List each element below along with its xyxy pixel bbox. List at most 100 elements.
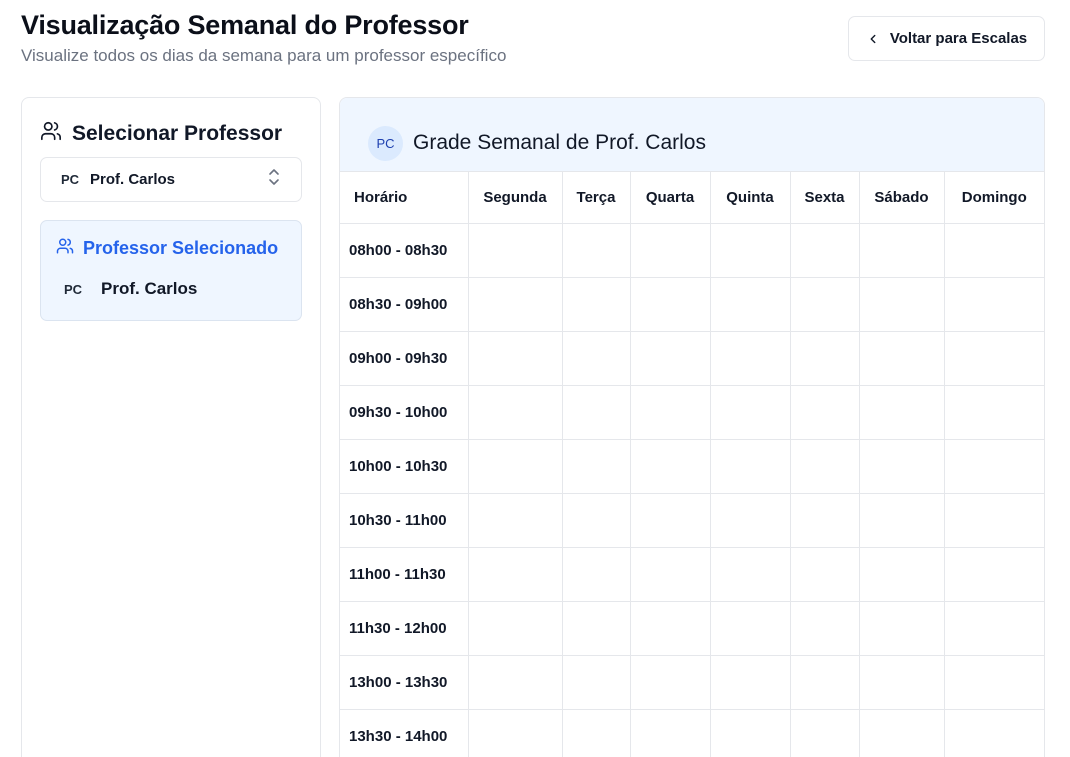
schedule-cell[interactable] [789,438,860,494]
schedule-cell[interactable] [561,438,631,494]
page: Visualização Semanal do Professor Visual… [0,0,1070,757]
schedule-cell[interactable] [467,708,563,757]
schedule-cell[interactable] [943,708,1044,757]
select-professor-title: Selecionar Professor [72,122,283,145]
schedule-cell[interactable] [629,330,711,386]
schedule-cell[interactable] [629,546,711,602]
schedule-cell[interactable] [709,276,791,332]
schedule-cell[interactable] [789,330,860,386]
schedule-cell[interactable] [561,384,631,440]
schedule-cell[interactable] [709,438,791,494]
schedule-cell[interactable] [629,654,711,710]
selected-professor-heading: Professor Selecionado [56,237,278,260]
schedule-cell[interactable] [943,546,1044,602]
schedule-cell[interactable] [561,276,631,332]
schedule-cell[interactable] [629,492,711,548]
schedule-cell[interactable] [561,492,631,548]
schedule-cell[interactable] [789,654,860,710]
schedule-cell[interactable] [858,438,945,494]
schedule-cell[interactable] [709,223,791,278]
schedule-cell[interactable] [629,438,711,494]
users-icon [56,237,74,260]
schedule-cell[interactable] [629,384,711,440]
schedule-cell[interactable] [709,600,791,656]
schedule-cell[interactable] [467,223,563,278]
users-icon [40,120,62,148]
select-professor-card: Selecionar Professor PC Prof. Carlos Pro… [21,97,321,757]
schedule-cell[interactable] [629,600,711,656]
schedule-cell[interactable] [561,600,631,656]
schedule-cell[interactable] [561,708,631,757]
schedule-cell[interactable] [943,438,1044,494]
table-row: 08h00 - 08h30 [340,223,1044,278]
page-subtitle: Visualize todos os dias da semana para u… [21,46,507,65]
schedule-cell[interactable] [467,384,563,440]
schedule-cell[interactable] [467,330,563,386]
time-slot-cell: 13h00 - 13h30 [340,654,469,710]
schedule-cell[interactable] [629,708,711,757]
schedule-cell[interactable] [709,546,791,602]
schedule-cell[interactable] [858,546,945,602]
schedule-cell[interactable] [561,654,631,710]
schedule-cell[interactable] [789,384,860,440]
table-row: 11h00 - 11h30 [340,546,1044,602]
schedule-cell[interactable] [943,600,1044,656]
schedule-cell[interactable] [709,330,791,386]
schedule-cell[interactable] [789,223,860,278]
column-header: Quinta [709,172,791,224]
back-to-schedules-button[interactable]: Voltar para Escalas [848,16,1045,61]
schedule-cell[interactable] [561,223,631,278]
chevrons-up-down-icon [267,168,281,191]
schedule-cell[interactable] [858,654,945,710]
table-row: 08h30 - 09h00 [340,276,1044,332]
time-slot-cell: 11h00 - 11h30 [340,546,469,602]
schedule-cell[interactable] [789,600,860,656]
schedule-cell[interactable] [709,492,791,548]
schedule-cell[interactable] [709,384,791,440]
schedule-header-row: Horário Segunda Terça Quarta Quinta Sext… [340,172,1044,224]
schedule-cell[interactable] [467,492,563,548]
selected-professor-name: Prof. Carlos [101,279,198,298]
time-slot-cell: 09h30 - 10h00 [340,384,469,440]
time-slot-cell: 11h30 - 12h00 [340,600,469,656]
select-professor-heading: Selecionar Professor [40,120,282,148]
schedule-cell[interactable] [858,276,945,332]
schedule-cell[interactable] [629,276,711,332]
schedule-cell[interactable] [858,330,945,386]
schedule-cell[interactable] [467,438,563,494]
table-row: 13h30 - 14h00 [340,708,1044,757]
schedule-cell[interactable] [789,492,860,548]
column-header: Quarta [629,172,711,224]
time-slot-cell: 09h00 - 09h30 [340,330,469,386]
chevron-left-icon [866,32,880,46]
schedule-cell[interactable] [789,546,860,602]
schedule-cell[interactable] [467,276,563,332]
schedule-cell[interactable] [561,546,631,602]
schedule-cell[interactable] [709,654,791,710]
schedule-cell[interactable] [858,600,945,656]
schedule-cell[interactable] [943,330,1044,386]
schedule-cell[interactable] [789,276,860,332]
schedule-cell[interactable] [943,384,1044,440]
schedule-cell[interactable] [943,223,1044,278]
table-row: 10h30 - 11h00 [340,492,1044,548]
schedule-cell[interactable] [789,708,860,757]
schedule-cell[interactable] [629,223,711,278]
schedule-cell[interactable] [943,492,1044,548]
schedule-cell[interactable] [709,708,791,757]
schedule-cell[interactable] [943,276,1044,332]
schedule-cell[interactable] [467,654,563,710]
schedule-cell[interactable] [858,492,945,548]
schedule-cell[interactable] [467,546,563,602]
page-title: Visualização Semanal do Professor [21,10,469,40]
schedule-cell[interactable] [858,708,945,757]
table-row: 09h30 - 10h00 [340,384,1044,440]
weekly-grid-header: PC Grade Semanal de Prof. Carlos [340,98,1044,172]
schedule-cell[interactable] [943,654,1044,710]
schedule-cell[interactable] [858,384,945,440]
selected-professor-row: PC Prof. Carlos [64,279,197,299]
professor-select[interactable]: PC Prof. Carlos [40,157,302,202]
schedule-cell[interactable] [467,600,563,656]
schedule-cell[interactable] [858,223,945,278]
schedule-cell[interactable] [561,330,631,386]
